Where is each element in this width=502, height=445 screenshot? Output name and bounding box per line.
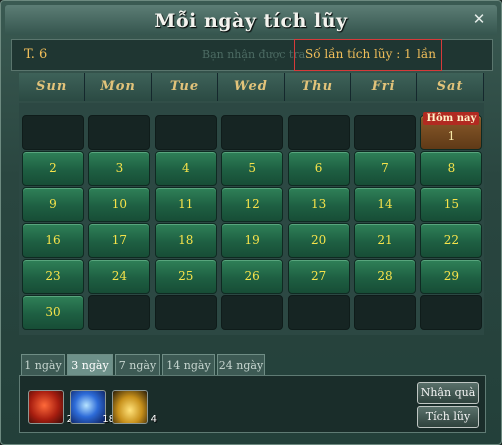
title-bar: Mỗi ngày tích lũy ✕ [5,5,497,35]
calendar-cell-empty [154,295,217,330]
background-text: Bạn nhận được tra [202,48,306,61]
info-bar: T. 6 Bạn nhận được tra Số lần tích lũy :… [11,39,493,71]
gold-ingot-icon[interactable]: 4 [112,390,157,425]
calendar-cell-empty [354,295,416,330]
weekday-sat: Sat [417,73,484,101]
calendar-day[interactable]: 30 [22,295,84,330]
calendar-cell-empty [88,295,151,330]
calendar-day[interactable]: 19 [221,223,284,258]
calendar-day[interactable]: 26 [221,259,284,294]
accumulated-unit: lần [417,47,436,61]
calendar-day[interactable]: 27 [287,259,350,294]
calendar-day[interactable]: 17 [88,223,151,258]
weekday-thu: Thu [284,73,351,101]
weekday-wed: Wed [218,73,285,101]
weekday-mon: Mon [85,73,152,101]
calendar-day[interactable]: 11 [154,187,217,222]
calendar-cell-empty [287,115,350,150]
calendar-day[interactable]: 18 [154,223,217,258]
calendar-day[interactable]: 4 [154,151,217,186]
calendar-day[interactable]: 22 [420,223,483,258]
tab-2[interactable]: 3 ngày [67,354,113,376]
reward-section: 1 ngày3 ngày7 ngày14 ngày24 ngày 2 18 4 … [19,354,486,433]
accumulate-button[interactable]: Tích lũy [417,406,479,428]
calendar: Sun Mon Tue Wed Thu Fri Sat Hôm nay 1 2 3 4 5 6 7 8 9 10… [19,73,484,335]
accumulated-label: Số lần tích lũy : [305,47,401,61]
calendar-day[interactable]: 24 [88,259,151,294]
weekday-fri: Fri [351,73,418,101]
month-label: T. 6 [24,47,48,62]
calendar-day[interactable]: 6 [287,151,350,186]
calendar-day[interactable]: 5 [221,151,284,186]
reward-panel: 2 18 4 Nhận quà Tích lũy [19,375,486,433]
daily-accumulate-window: Mỗi ngày tích lũy ✕ T. 6 Bạn nhận được t… [0,0,502,445]
calendar-cell-empty [354,115,416,150]
calendar-day[interactable]: 10 [88,187,151,222]
calendar-day[interactable]: 7 [354,151,416,186]
close-icon[interactable]: ✕ [471,11,487,27]
calendar-day-today[interactable]: Hôm nay 1 [420,112,483,150]
reward-count: 4 [150,414,157,425]
calendar-day[interactable]: 2 [22,151,84,186]
calendar-day[interactable]: 13 [287,187,350,222]
calendar-day[interactable]: 15 [420,187,483,222]
tab-4[interactable]: 14 ngày [162,354,215,376]
calendar-day[interactable]: 12 [221,187,284,222]
tab-1[interactable]: 1 ngày [21,354,65,376]
claim-reward-button[interactable]: Nhận quà [417,382,479,404]
calendar-day[interactable]: 9 [22,187,84,222]
calendar-day[interactable]: 16 [22,223,84,258]
calendar-cell-empty [88,115,151,150]
tab-5[interactable]: 24 ngày [217,354,265,376]
calendar-day[interactable]: 3 [88,151,151,186]
calendar-cell-empty [287,295,350,330]
calendar-day[interactable]: 14 [354,187,416,222]
calendar-day[interactable]: 29 [420,259,483,294]
accumulated-counter: Số lần tích lũy : 1 lần [294,39,442,71]
calendar-day[interactable]: 28 [354,259,416,294]
window-title: Mỗi ngày tích lũy [154,10,348,32]
weekday-tue: Tue [151,73,219,101]
calendar-cell-empty [221,115,284,150]
calendar-day[interactable]: 25 [154,259,217,294]
tab-3[interactable]: 7 ngày [115,354,160,376]
calendar-cell-empty [221,295,284,330]
blue-orb-icon[interactable]: 18 [70,390,115,425]
calendar-day[interactable]: 21 [354,223,416,258]
calendar-cell-empty [154,115,217,150]
accumulated-value: 1 [404,47,412,61]
red-orb-icon[interactable]: 2 [28,390,73,425]
today-label: Hôm nay [423,112,480,125]
weekday-sun: Sun [19,73,86,101]
calendar-day[interactable]: 23 [22,259,84,294]
calendar-day[interactable]: 20 [287,223,350,258]
calendar-day[interactable]: 8 [420,151,483,186]
calendar-cell-empty [22,115,84,150]
day-number: 1 [447,129,456,143]
calendar-cell-empty [420,295,483,330]
